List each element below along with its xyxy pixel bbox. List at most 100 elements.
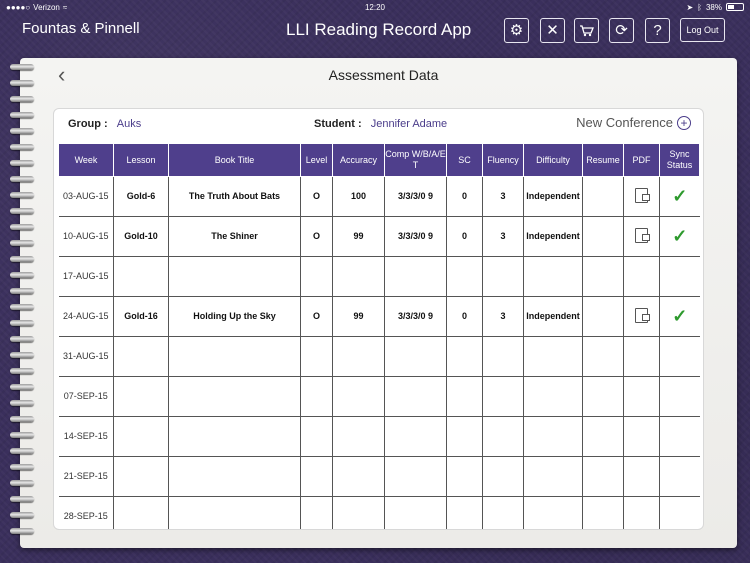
student-value[interactable]: Jennifer Adame	[371, 118, 447, 130]
assessment-card: Group : Auks Student : Jennifer Adame Ne…	[53, 108, 704, 530]
settings-button[interactable]: ⚙	[504, 18, 529, 43]
resume-cell	[582, 336, 624, 377]
week-cell: 21-SEP-15	[58, 456, 114, 497]
lesson-cell	[113, 336, 169, 377]
book-title-cell: The Shiner	[168, 216, 301, 257]
pdf-cell[interactable]	[623, 296, 660, 337]
table-row[interactable]: 14-SEP-15	[58, 416, 700, 457]
sc-cell	[446, 256, 483, 297]
spiral-ring	[10, 384, 34, 390]
spiral-ring	[10, 112, 34, 118]
lesson-cell: Gold-10	[113, 216, 169, 257]
sc-cell	[446, 496, 483, 529]
pdf-document-icon[interactable]	[635, 187, 650, 203]
group-label: Group :	[68, 118, 108, 130]
pdf-cell[interactable]	[623, 216, 660, 257]
accuracy-cell	[332, 456, 385, 497]
accuracy-cell	[332, 376, 385, 417]
lesson-cell: Gold-6	[113, 176, 169, 217]
sync-status-cell: ✓	[659, 216, 700, 257]
status-bar: ●●●●○ Verizon ≈ 12:20 ➤ ᛒ 38%	[0, 0, 750, 14]
sc-cell: 0	[446, 216, 483, 257]
week-cell: 03-AUG-15	[58, 176, 114, 217]
student-info: Student : Jennifer Adame	[314, 118, 447, 130]
spiral-ring	[10, 208, 34, 214]
sync-status-cell	[659, 456, 700, 497]
sync-button[interactable]: ⟳	[609, 18, 634, 43]
sync-status-cell: ✓	[659, 176, 700, 217]
week-cell: 07-SEP-15	[58, 376, 114, 417]
fluency-cell	[482, 376, 524, 417]
app-title: LLI Reading Record App	[286, 20, 472, 39]
help-icon: ?	[653, 22, 662, 39]
table-row[interactable]: 17-AUG-15	[58, 256, 700, 297]
table-row[interactable]: 03-AUG-15 Gold-6 The Truth About Bats O 100 3…	[58, 176, 700, 217]
battery-icon	[726, 3, 744, 11]
header-comp: Comp W/B/A/E T	[384, 144, 447, 177]
book-title-cell	[168, 376, 301, 417]
accuracy-cell: 99	[332, 296, 385, 337]
cart-button[interactable]	[574, 18, 599, 43]
tools-button[interactable]: ✕	[540, 18, 565, 43]
group-value[interactable]: Auks	[117, 118, 141, 130]
sync-status-cell	[659, 376, 700, 417]
pdf-document-icon[interactable]	[635, 227, 650, 243]
lesson-cell	[113, 456, 169, 497]
table-row[interactable]: 10-AUG-15 Gold-10 The Shiner O 99 3/3/3/0 903…	[58, 216, 700, 257]
table-row[interactable]: 21-SEP-15	[58, 456, 700, 497]
spiral-ring	[10, 128, 34, 134]
spiral-ring	[10, 416, 34, 422]
table-row[interactable]: 24-AUG-15 Gold-16 Holding Up the Sky O 99 3/3…	[58, 296, 700, 337]
book-title-cell: Holding Up the Sky	[168, 296, 301, 337]
resume-cell	[582, 416, 624, 457]
spiral-ring	[10, 320, 34, 326]
pdf-cell	[623, 496, 660, 529]
spiral-ring	[10, 400, 34, 406]
checkmark-icon: ✓	[672, 186, 688, 206]
level-cell	[300, 336, 333, 377]
spiral-ring	[10, 496, 34, 502]
new-conference-button[interactable]: New Conference +	[576, 115, 691, 130]
sc-cell: 0	[446, 296, 483, 337]
fluency-cell: 3	[482, 176, 524, 217]
pdf-cell[interactable]	[623, 176, 660, 217]
spiral-ring	[10, 288, 34, 294]
carrier-area: ●●●●○ Verizon ≈	[6, 3, 67, 12]
level-cell	[300, 496, 333, 529]
spiral-ring	[10, 464, 34, 470]
sync-status-cell	[659, 256, 700, 297]
difficulty-cell	[523, 376, 583, 417]
table-row[interactable]: 28-SEP-15	[58, 496, 700, 529]
table-row[interactable]: 07-SEP-15	[58, 376, 700, 417]
spiral-ring	[10, 368, 34, 374]
lesson-cell	[113, 376, 169, 417]
lesson-cell	[113, 496, 169, 529]
level-cell	[300, 416, 333, 457]
level-cell: O	[300, 216, 333, 257]
table-row[interactable]: 31-AUG-15	[58, 336, 700, 377]
book-title-cell	[168, 336, 301, 377]
spiral-ring	[10, 160, 34, 166]
week-cell: 24-AUG-15	[58, 296, 114, 337]
accuracy-cell	[332, 256, 385, 297]
gear-icon: ⚙	[509, 22, 524, 39]
comp-cell: 3/3/3/0 9	[384, 216, 447, 257]
pdf-cell	[623, 256, 660, 297]
week-cell: 31-AUG-15	[58, 336, 114, 377]
book-title-cell	[168, 496, 301, 529]
level-cell: O	[300, 176, 333, 217]
sync-status-cell	[659, 336, 700, 377]
help-button[interactable]: ?	[645, 18, 670, 43]
resume-cell	[582, 256, 624, 297]
spiral-ring	[10, 272, 34, 278]
pdf-document-icon[interactable]	[635, 307, 650, 323]
logout-button[interactable]: Log Out	[680, 18, 725, 42]
resume-cell	[582, 496, 624, 529]
comp-cell	[384, 256, 447, 297]
accuracy-cell: 100	[332, 176, 385, 217]
spiral-ring	[10, 352, 34, 358]
page-title: Assessment Data	[328, 67, 439, 83]
spiral-ring	[10, 96, 34, 102]
header-lesson: Lesson	[113, 144, 169, 177]
carrier-name: Verizon	[33, 2, 60, 12]
